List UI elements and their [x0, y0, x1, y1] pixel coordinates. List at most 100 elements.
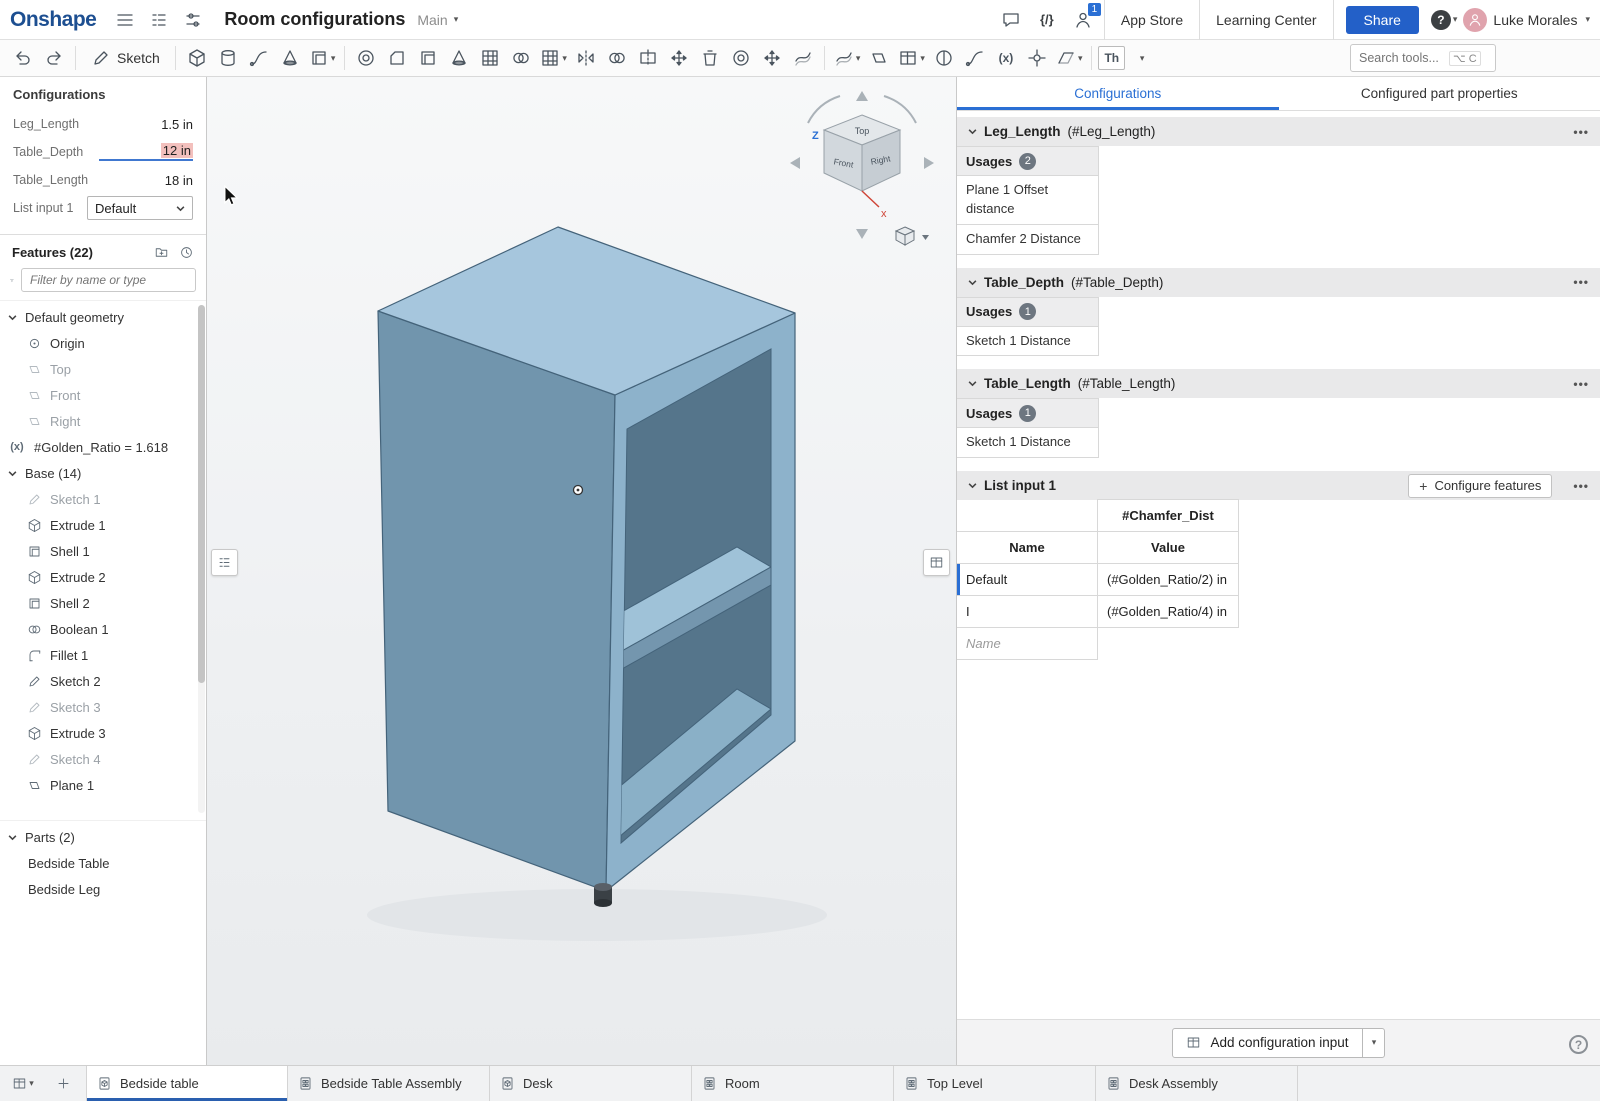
document-list-icon[interactable]	[144, 5, 174, 35]
option-value-cell[interactable]: (#Golden_Ratio/4) in	[1097, 595, 1239, 628]
feature-item-shell-1[interactable]: Shell 1	[0, 538, 206, 564]
revolve-icon[interactable]	[213, 43, 243, 73]
feature-script-icon[interactable]: {/}	[1032, 5, 1062, 35]
panel-help-icon[interactable]: ?	[1569, 1035, 1588, 1054]
draft-icon[interactable]	[444, 43, 474, 73]
transform-icon[interactable]	[664, 43, 694, 73]
section-menu-icon[interactable]: •••	[1573, 479, 1589, 493]
part-item-bedside-table[interactable]: Bedside Table	[0, 850, 206, 876]
configure-features-button[interactable]: + Configure features	[1408, 474, 1552, 498]
hamburger-menu-icon[interactable]	[110, 5, 140, 35]
section-menu-icon[interactable]: •••	[1573, 275, 1589, 289]
home-view-icon[interactable]	[896, 227, 929, 245]
config-panel-collapse-handle[interactable]	[923, 549, 950, 576]
section-menu-icon[interactable]: •••	[1573, 125, 1589, 139]
filter-funnel-icon[interactable]	[10, 273, 14, 288]
thicken-icon[interactable]: ▾	[306, 43, 339, 73]
search-tools-box[interactable]: ⌥ C	[1350, 44, 1496, 72]
new-option-name-input[interactable]: Name	[957, 627, 1098, 660]
fillet-icon[interactable]	[351, 43, 381, 73]
feature-item-plane-1[interactable]: Plane 1	[0, 772, 206, 798]
section-header[interactable]: Leg_Length (#Leg_Length) •••	[957, 117, 1600, 146]
insert-folder-icon[interactable]	[154, 245, 169, 260]
app-store-link[interactable]: App Store	[1105, 0, 1200, 40]
part-item-bedside-leg[interactable]: Bedside Leg	[0, 876, 206, 902]
surface-tools-icon[interactable]: ▾	[831, 43, 864, 73]
comments-icon[interactable]	[996, 5, 1026, 35]
create-tab-icon[interactable]	[48, 1069, 78, 1099]
document-tab-top-level[interactable]: Top Level	[894, 1066, 1096, 1101]
helix-icon[interactable]	[929, 43, 959, 73]
document-tab-desk[interactable]: Desk	[490, 1066, 692, 1101]
feature-item-extrude-2[interactable]: Extrude 2	[0, 564, 206, 590]
feature-item-shell-2[interactable]: Shell 2	[0, 590, 206, 616]
section-header[interactable]: Table_Depth (#Table_Depth) •••	[957, 268, 1600, 297]
projected-curve-icon[interactable]	[960, 43, 990, 73]
loft-icon[interactable]	[275, 43, 305, 73]
config-value-input-focused[interactable]: 12 in	[99, 143, 193, 161]
feature-item-extrude-1[interactable]: Extrude 1	[0, 512, 206, 538]
shell-icon[interactable]	[413, 43, 443, 73]
feature-item-top-plane[interactable]: Top	[0, 356, 206, 382]
composite-part-icon[interactable]: ▾	[895, 43, 928, 73]
document-tab-bedside-table[interactable]: Bedside table	[86, 1066, 288, 1101]
tab-configurations[interactable]: Configurations	[957, 77, 1279, 110]
usage-item[interactable]: Plane 1 Offset distance	[957, 176, 1099, 225]
usage-item[interactable]: Chamfer 2 Distance	[957, 225, 1099, 255]
graphics-viewport[interactable]: Top Front Right Z x	[207, 77, 956, 1065]
tab-manager-icon[interactable]: ▾	[8, 1069, 38, 1099]
option-name-cell[interactable]: Default	[957, 563, 1098, 596]
feature-group-default-geometry[interactable]: Default geometry	[0, 304, 206, 330]
feature-tree-scrollbar[interactable]	[198, 305, 205, 813]
offset-surface-icon[interactable]	[788, 43, 818, 73]
tab-configured-part-properties[interactable]: Configured part properties	[1279, 77, 1600, 110]
section-menu-icon[interactable]: •••	[1573, 377, 1589, 391]
mate-connector-icon[interactable]	[1022, 43, 1052, 73]
move-face-icon[interactable]	[757, 43, 787, 73]
scrollbar-thumb[interactable]	[198, 305, 205, 683]
rollback-history-icon[interactable]	[179, 245, 194, 260]
sheet-metal-tools-icon[interactable]: ▾	[1053, 43, 1086, 73]
undo-icon[interactable]	[8, 43, 38, 73]
document-tab-desk-assembly[interactable]: Desk Assembly	[1096, 1066, 1298, 1101]
document-tab-room[interactable]: Room	[692, 1066, 894, 1101]
learning-center-link[interactable]: Learning Center	[1200, 0, 1332, 40]
sweep-icon[interactable]	[244, 43, 274, 73]
chamfer-icon[interactable]	[382, 43, 412, 73]
feature-item-sketch-1[interactable]: Sketch 1	[0, 486, 206, 512]
mirror-icon[interactable]	[571, 43, 601, 73]
usage-item[interactable]: Sketch 1 Distance	[957, 327, 1099, 357]
sketch-button[interactable]: Sketch	[82, 43, 169, 73]
config-value-input[interactable]: 18 in	[165, 173, 193, 188]
rib-icon[interactable]	[475, 43, 505, 73]
feature-item-fillet-1[interactable]: Fillet 1	[0, 642, 206, 668]
search-tools-input[interactable]	[1359, 51, 1445, 65]
section-header[interactable]: Table_Length (#Table_Length) •••	[957, 369, 1600, 398]
hole-icon[interactable]	[506, 43, 536, 73]
usage-item[interactable]: Sketch 1 Distance	[957, 428, 1099, 458]
feature-item-extrude-3[interactable]: Extrude 3	[0, 720, 206, 746]
feature-item-sketch-2[interactable]: Sketch 2	[0, 668, 206, 694]
feature-filter-input[interactable]	[21, 268, 196, 292]
parts-group-header[interactable]: Parts (2)	[0, 824, 206, 850]
feature-item-golden-ratio-variable[interactable]: (x)#Golden_Ratio = 1.618	[0, 434, 206, 460]
variable-icon[interactable]: (x)	[991, 43, 1021, 73]
add-configuration-caret-icon[interactable]: ▾	[1362, 1029, 1384, 1057]
view-cube[interactable]: Top Front Right Z x	[782, 87, 956, 257]
notifications-icon[interactable]: 1	[1068, 5, 1098, 35]
onshape-logo[interactable]: Onshape	[10, 8, 96, 32]
option-value-cell[interactable]: (#Golden_Ratio/2) in	[1097, 563, 1239, 596]
feature-item-front-plane[interactable]: Front	[0, 382, 206, 408]
feature-item-boolean-1[interactable]: Boolean 1	[0, 616, 206, 642]
plane-icon[interactable]	[864, 43, 894, 73]
add-configuration-input-button[interactable]: Add configuration input ▾	[1172, 1028, 1384, 1058]
option-name-cell[interactable]: I	[957, 595, 1098, 628]
feature-item-sketch-4[interactable]: Sketch 4	[0, 746, 206, 772]
feature-group-base[interactable]: Base (14)	[0, 460, 206, 486]
linear-pattern-icon[interactable]: ▾	[537, 43, 570, 73]
redo-icon[interactable]	[39, 43, 69, 73]
workspace-name[interactable]: Main	[417, 12, 447, 28]
user-menu[interactable]: Luke Morales ▾	[1463, 8, 1590, 32]
document-tab-bedside-table-assembly[interactable]: Bedside Table Assembly	[288, 1066, 490, 1101]
feature-item-right-plane[interactable]: Right	[0, 408, 206, 434]
